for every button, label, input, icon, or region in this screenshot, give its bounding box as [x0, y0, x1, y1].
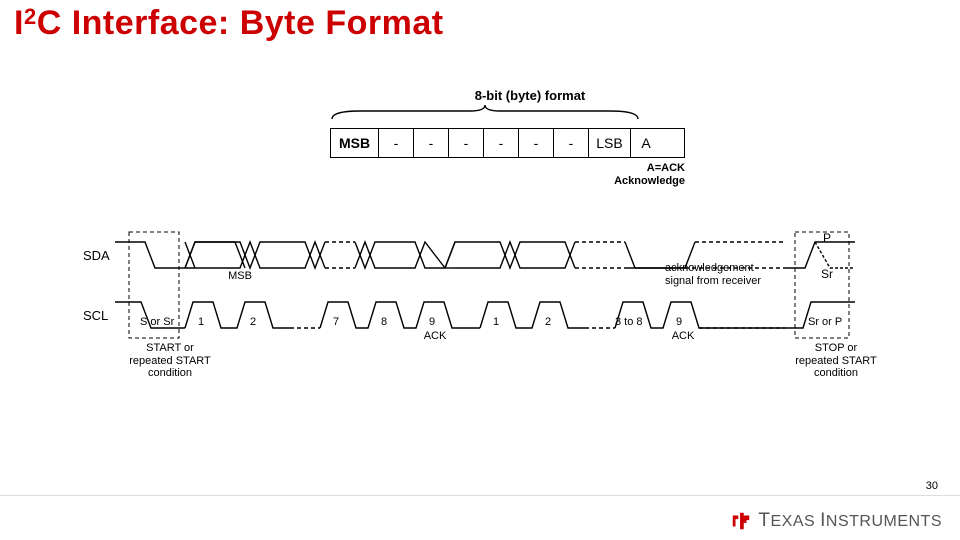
scl-tick-1: 1: [198, 316, 204, 328]
cell-bit4: -: [449, 129, 484, 157]
brand-exas: EXAS: [770, 513, 820, 530]
scl-tick-2: 2: [250, 316, 256, 328]
page-number: 30: [926, 480, 938, 492]
scl-tick-2b: 2: [545, 316, 551, 328]
ack-note-2: Acknowledge: [614, 175, 685, 187]
scl-label: SCL: [83, 308, 108, 323]
byte-format-block: 8-bit (byte) format MSB - - - - - - LSB …: [330, 88, 730, 188]
timing-diagram: SDA SCL: [85, 230, 885, 395]
ti-logo: TEXAS INSTRUMENTS: [730, 510, 942, 532]
curly-brace-icon: [330, 105, 640, 121]
slide-title: I2C Interface: Byte Format: [14, 4, 444, 43]
cell-bit6: -: [379, 129, 414, 157]
cell-bit3: -: [484, 129, 519, 157]
title-sup: 2: [24, 4, 37, 29]
ack-label-2: ACK: [663, 330, 703, 343]
ack-note: A=ACK Acknowledge: [330, 162, 685, 188]
byte-format-label: 8-bit (byte) format: [330, 88, 730, 103]
ti-chip-icon: [730, 510, 752, 532]
brand-t1: T: [758, 510, 770, 531]
cell-msb: MSB: [331, 129, 379, 157]
sr-label: Sr: [817, 268, 837, 282]
cell-ack: A: [631, 129, 661, 157]
byte-8bit-box: MSB - - - - - - LSB A: [330, 128, 685, 158]
stop-top-label: Sr or P: [808, 316, 842, 328]
footer-divider: [0, 495, 960, 496]
cell-lsb: LSB: [589, 129, 631, 157]
p-label: P: [817, 232, 837, 246]
scl-tick-8: 8: [381, 316, 387, 328]
sda-label: SDA: [83, 248, 110, 263]
ack-label-1: ACK: [415, 330, 455, 343]
title-post: C Interface: Byte Format: [37, 4, 444, 42]
brand-nstruments: NSTRUMENTS: [826, 513, 942, 530]
start-top-label: S or Sr: [140, 316, 174, 328]
title-pre: I: [14, 4, 24, 42]
scl-tick-3to8: 3 to 8: [615, 316, 643, 328]
cell-bit1: -: [554, 129, 589, 157]
scl-tick-1b: 1: [493, 316, 499, 328]
cell-bit5: -: [414, 129, 449, 157]
scl-tick-7: 7: [333, 316, 339, 328]
scl-tick-9a: 9: [429, 316, 435, 328]
cell-bit2: -: [519, 129, 554, 157]
stop-caption: STOP or repeated START condition: [791, 342, 881, 380]
msb-waveform-label: MSB: [220, 270, 260, 283]
ti-wordmark: TEXAS INSTRUMENTS: [758, 510, 942, 532]
byte-cells-row: MSB - - - - - - LSB A: [330, 128, 730, 158]
ack-rx-caption: acknowledgement signal from receiver: [665, 262, 785, 287]
scl-tick-9b: 9: [676, 316, 682, 328]
ack-note-1: A=ACK: [647, 162, 685, 174]
start-caption: START or repeated START condition: [125, 342, 215, 380]
